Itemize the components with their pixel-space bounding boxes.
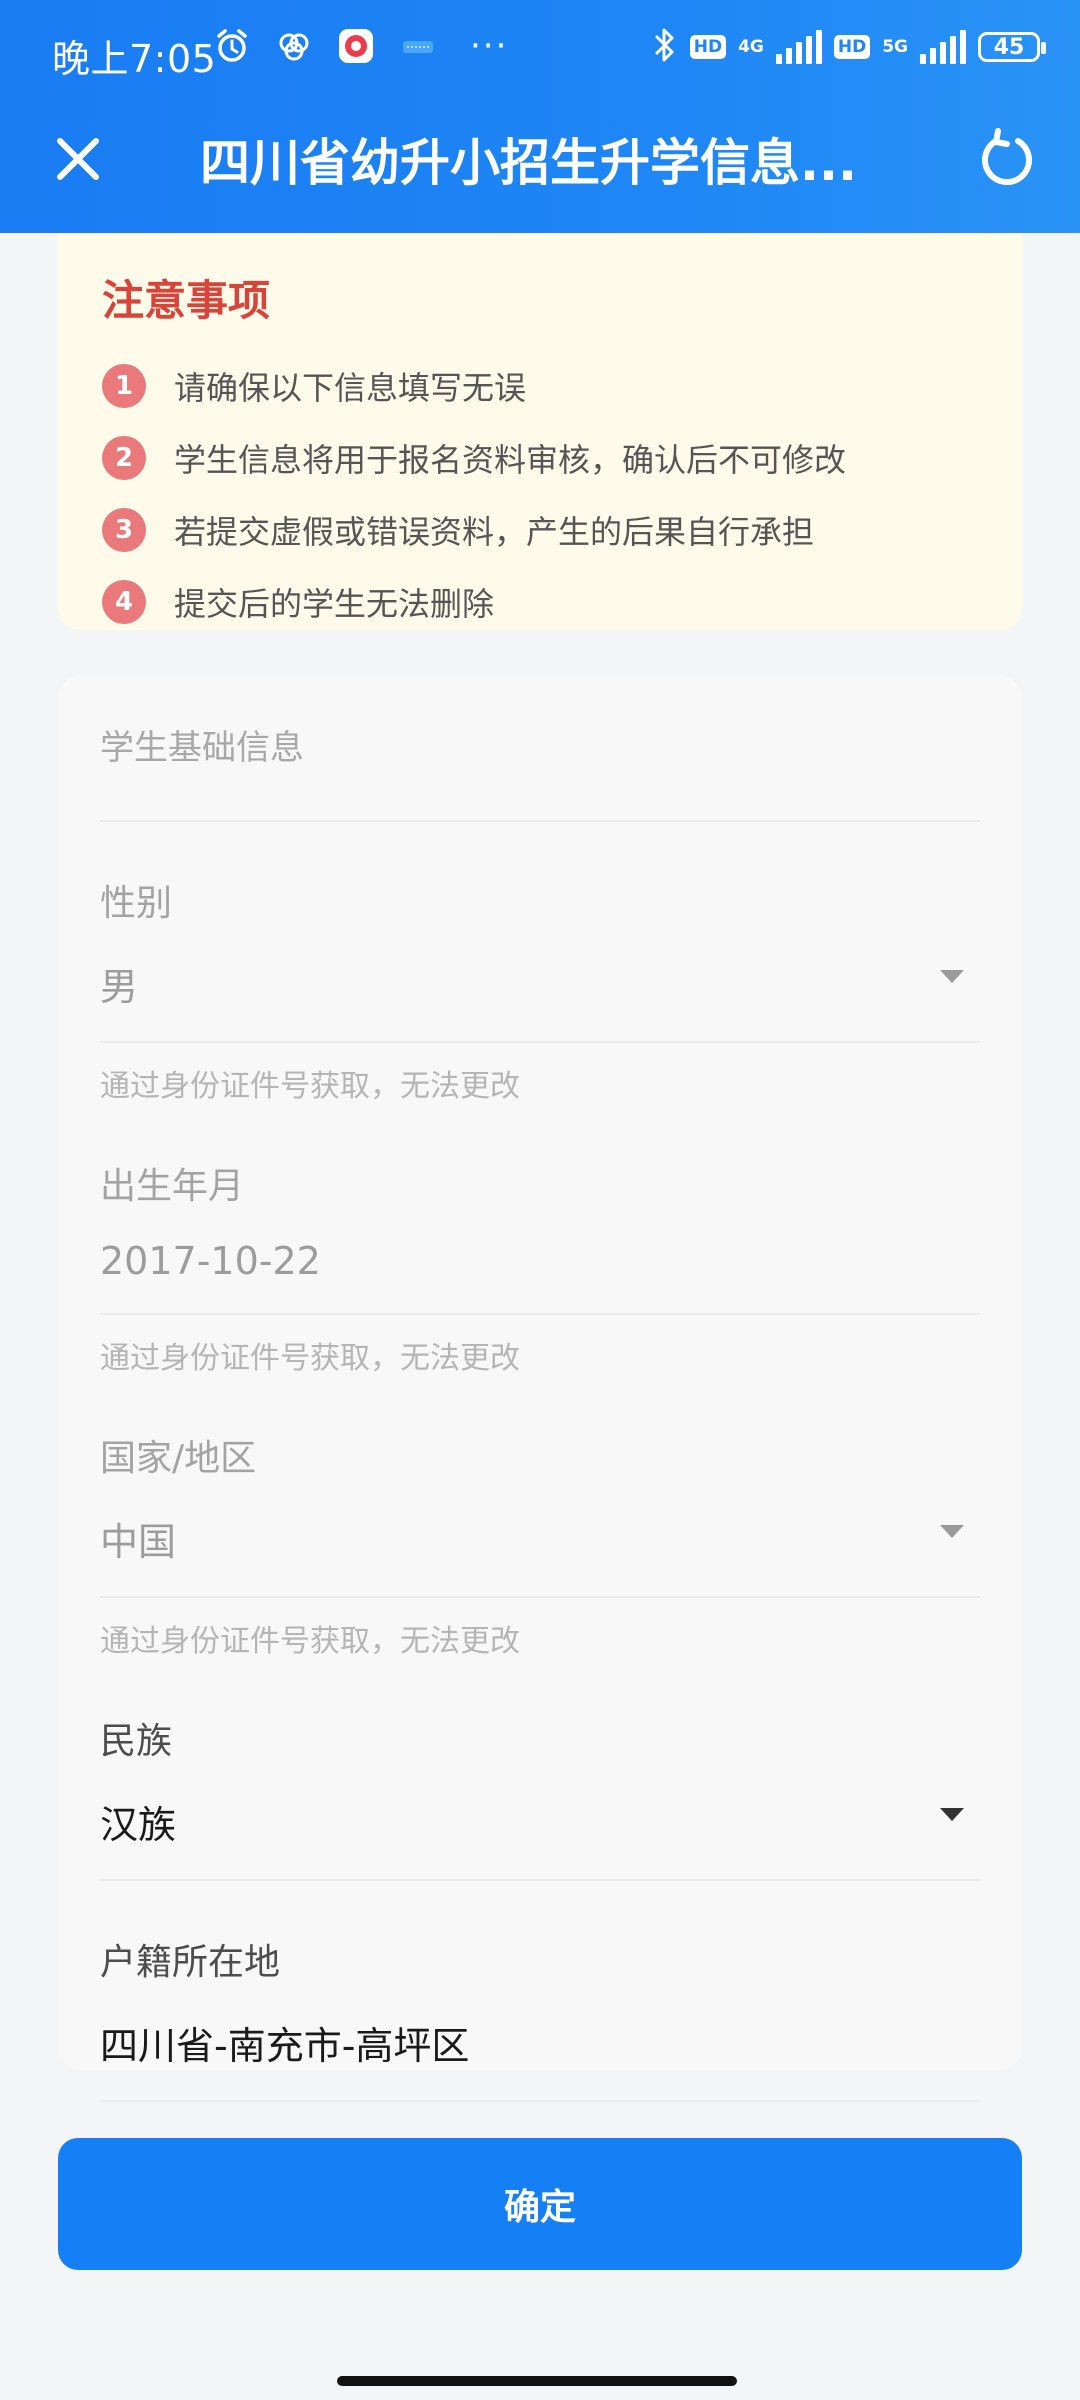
birth-input: 2017-10-22 — [100, 1239, 980, 1315]
country-label: 国家/地区 — [100, 1438, 257, 1479]
app-notification-icon — [398, 26, 438, 66]
notice-text: 学生信息将用于报名资料审核，确认后不可修改 — [174, 441, 847, 479]
country-field: 国家/地区 中国 通过身份证件号获取，无法更改 — [100, 1429, 980, 1660]
status-time: 晚上7:05 — [52, 37, 217, 81]
alarm-icon — [212, 26, 252, 66]
ethnicity-select[interactable]: 汉族 — [100, 1794, 980, 1881]
hd-voice-icon: HD — [689, 35, 727, 59]
page-title: 四川省幼升小招生升学信息... — [200, 134, 857, 192]
dropdown-arrow-icon — [940, 1525, 964, 1538]
household-field: 户籍所在地 四川省-南充市-高坪区 — [100, 1933, 980, 2102]
refresh-icon[interactable] — [974, 127, 1040, 193]
notice-card: 注意事项 1 请确保以下信息填写无误 2 学生信息将用于报名资料审核，确认后不可… — [58, 233, 1022, 630]
number-badge: 3 — [102, 508, 146, 552]
gender-select: 男 — [100, 956, 980, 1043]
dropdown-arrow-icon[interactable] — [940, 1808, 964, 1821]
household-label: 户籍所在地 — [100, 1942, 281, 1983]
app-notification-icon — [274, 26, 314, 66]
country-value: 中国 — [100, 1520, 177, 1564]
household-value: 四川省-南充市-高坪区 — [100, 2024, 470, 2068]
country-hint: 通过身份证件号获取，无法更改 — [100, 1624, 520, 1659]
signal-icon — [920, 30, 966, 64]
country-select: 中国 — [100, 1511, 980, 1598]
notice-item: 1 请确保以下信息填写无误 — [102, 350, 978, 422]
network-type-5g: 5G — [882, 37, 908, 57]
ethnicity-value: 汉族 — [100, 1803, 177, 1847]
gender-value: 男 — [100, 965, 139, 1009]
signal-icon — [775, 30, 822, 64]
ethnicity-label: 民族 — [100, 1721, 173, 1762]
gender-label: 性别 — [100, 883, 173, 924]
notice-text: 请确保以下信息填写无误 — [174, 369, 527, 407]
notice-item: 2 学生信息将用于报名资料审核，确认后不可修改 — [102, 422, 978, 494]
gender-field: 性别 男 通过身份证件号获取，无法更改 — [100, 874, 980, 1105]
battery-icon: 45 — [978, 32, 1046, 62]
notice-text: 提交后的学生无法删除 — [174, 585, 495, 623]
household-select[interactable]: 四川省-南充市-高坪区 — [100, 2015, 980, 2102]
birth-field: 出生年月 2017-10-22 通过身份证件号获取，无法更改 — [100, 1157, 980, 1377]
number-badge: 2 — [102, 436, 146, 480]
ethnicity-field: 民族 汉族 — [100, 1712, 980, 1881]
record-app-icon — [336, 26, 376, 66]
top-bar: 晚上7:05 ··· HD 4G HD 5G 45 四川省幼升小招生升学信息..… — [0, 0, 1080, 233]
notice-title: 注意事项 — [102, 276, 271, 325]
hd-voice-icon: HD — [833, 35, 871, 59]
status-bar: 晚上7:05 ··· HD 4G HD 5G 45 — [0, 0, 1080, 105]
birth-label: 出生年月 — [100, 1166, 245, 1207]
network-type-4g: 4G — [738, 37, 764, 57]
section-title: 学生基础信息 — [100, 676, 980, 822]
home-indicator[interactable] — [337, 2376, 737, 2386]
close-icon[interactable] — [48, 129, 108, 189]
notice-item: 3 若提交虚假或错误资料，产生的后果自行承担 — [102, 494, 978, 566]
nav-bar: 四川省幼升小招生升学信息... — [0, 105, 1080, 233]
status-system-icons: HD 4G HD 5G 45 — [652, 26, 1046, 68]
student-info-form: 学生基础信息 性别 男 通过身份证件号获取，无法更改 出生年月 2017-10-… — [58, 676, 1022, 2102]
confirm-button[interactable]: 确定 — [58, 2138, 1022, 2270]
bluetooth-icon — [652, 26, 678, 68]
birth-hint: 通过身份证件号获取，无法更改 — [100, 1341, 520, 1376]
number-badge: 1 — [102, 364, 146, 408]
number-badge: 4 — [102, 580, 146, 624]
notice-item: 4 提交后的学生无法删除 — [102, 566, 978, 638]
birth-value: 2017-10-22 — [100, 1239, 321, 1283]
status-notification-icons: ··· — [212, 26, 508, 66]
gender-hint: 通过身份证件号获取，无法更改 — [100, 1069, 520, 1104]
more-notifications-icon: ··· — [470, 26, 509, 66]
dropdown-arrow-icon — [940, 970, 964, 983]
notice-text: 若提交虚假或错误资料，产生的后果自行承担 — [174, 513, 815, 551]
